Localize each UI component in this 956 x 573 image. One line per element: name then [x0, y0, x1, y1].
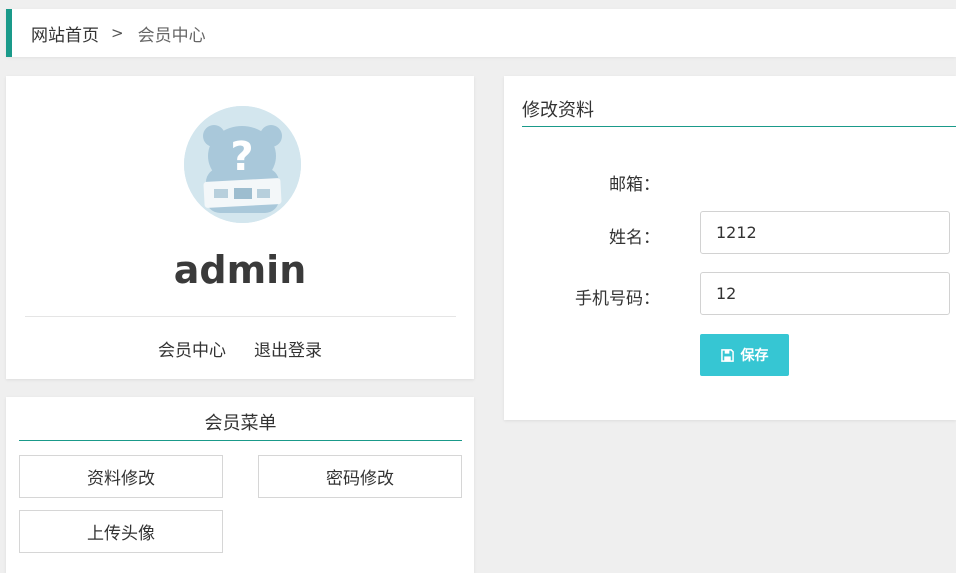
menu-change-password-button[interactable]: 密码修改 — [258, 455, 462, 498]
bear-placeholder-avatar-icon: ? — [184, 106, 301, 223]
profile-links: 会员中心 退出登录 — [6, 336, 474, 361]
member-menu-card: 会员菜单 资料修改 密码修改 上传头像 — [6, 397, 474, 573]
save-button-label: 保存 — [740, 348, 769, 364]
name-input[interactable] — [700, 211, 950, 254]
menu-upload-avatar-button[interactable]: 上传头像 — [19, 510, 223, 553]
name-label: 姓名： — [609, 228, 660, 248]
profile-divider — [25, 316, 456, 317]
breadcrumb: 网站首页 > 会员中心 — [6, 9, 956, 57]
avatar: ? — [184, 106, 301, 223]
save-button[interactable]: 保存 — [700, 334, 789, 376]
edit-profile-card: 修改资料 邮箱： 姓名： 手机号码： 保存 — [504, 76, 956, 420]
logout-link[interactable]: 退出登录 — [254, 336, 322, 361]
member-menu-title: 会员菜单 — [19, 409, 462, 441]
menu-edit-profile-button[interactable]: 资料修改 — [19, 455, 223, 498]
floppy-disk-icon — [720, 348, 734, 362]
breadcrumb-home-link[interactable]: 网站首页 — [31, 21, 99, 46]
username: admin — [173, 248, 307, 292]
email-label: 邮箱： — [609, 175, 660, 195]
breadcrumb-current: 会员中心 — [137, 25, 206, 46]
phone-label: 手机号码： — [575, 289, 660, 309]
profile-card: ? admin 会员中心 退出登录 — [6, 76, 474, 379]
breadcrumb-separator: > — [111, 24, 124, 42]
phone-input[interactable] — [700, 272, 950, 315]
member-center-link[interactable]: 会员中心 — [158, 336, 226, 361]
svg-text:?: ? — [230, 134, 253, 180]
edit-profile-title: 修改资料 — [522, 96, 956, 127]
